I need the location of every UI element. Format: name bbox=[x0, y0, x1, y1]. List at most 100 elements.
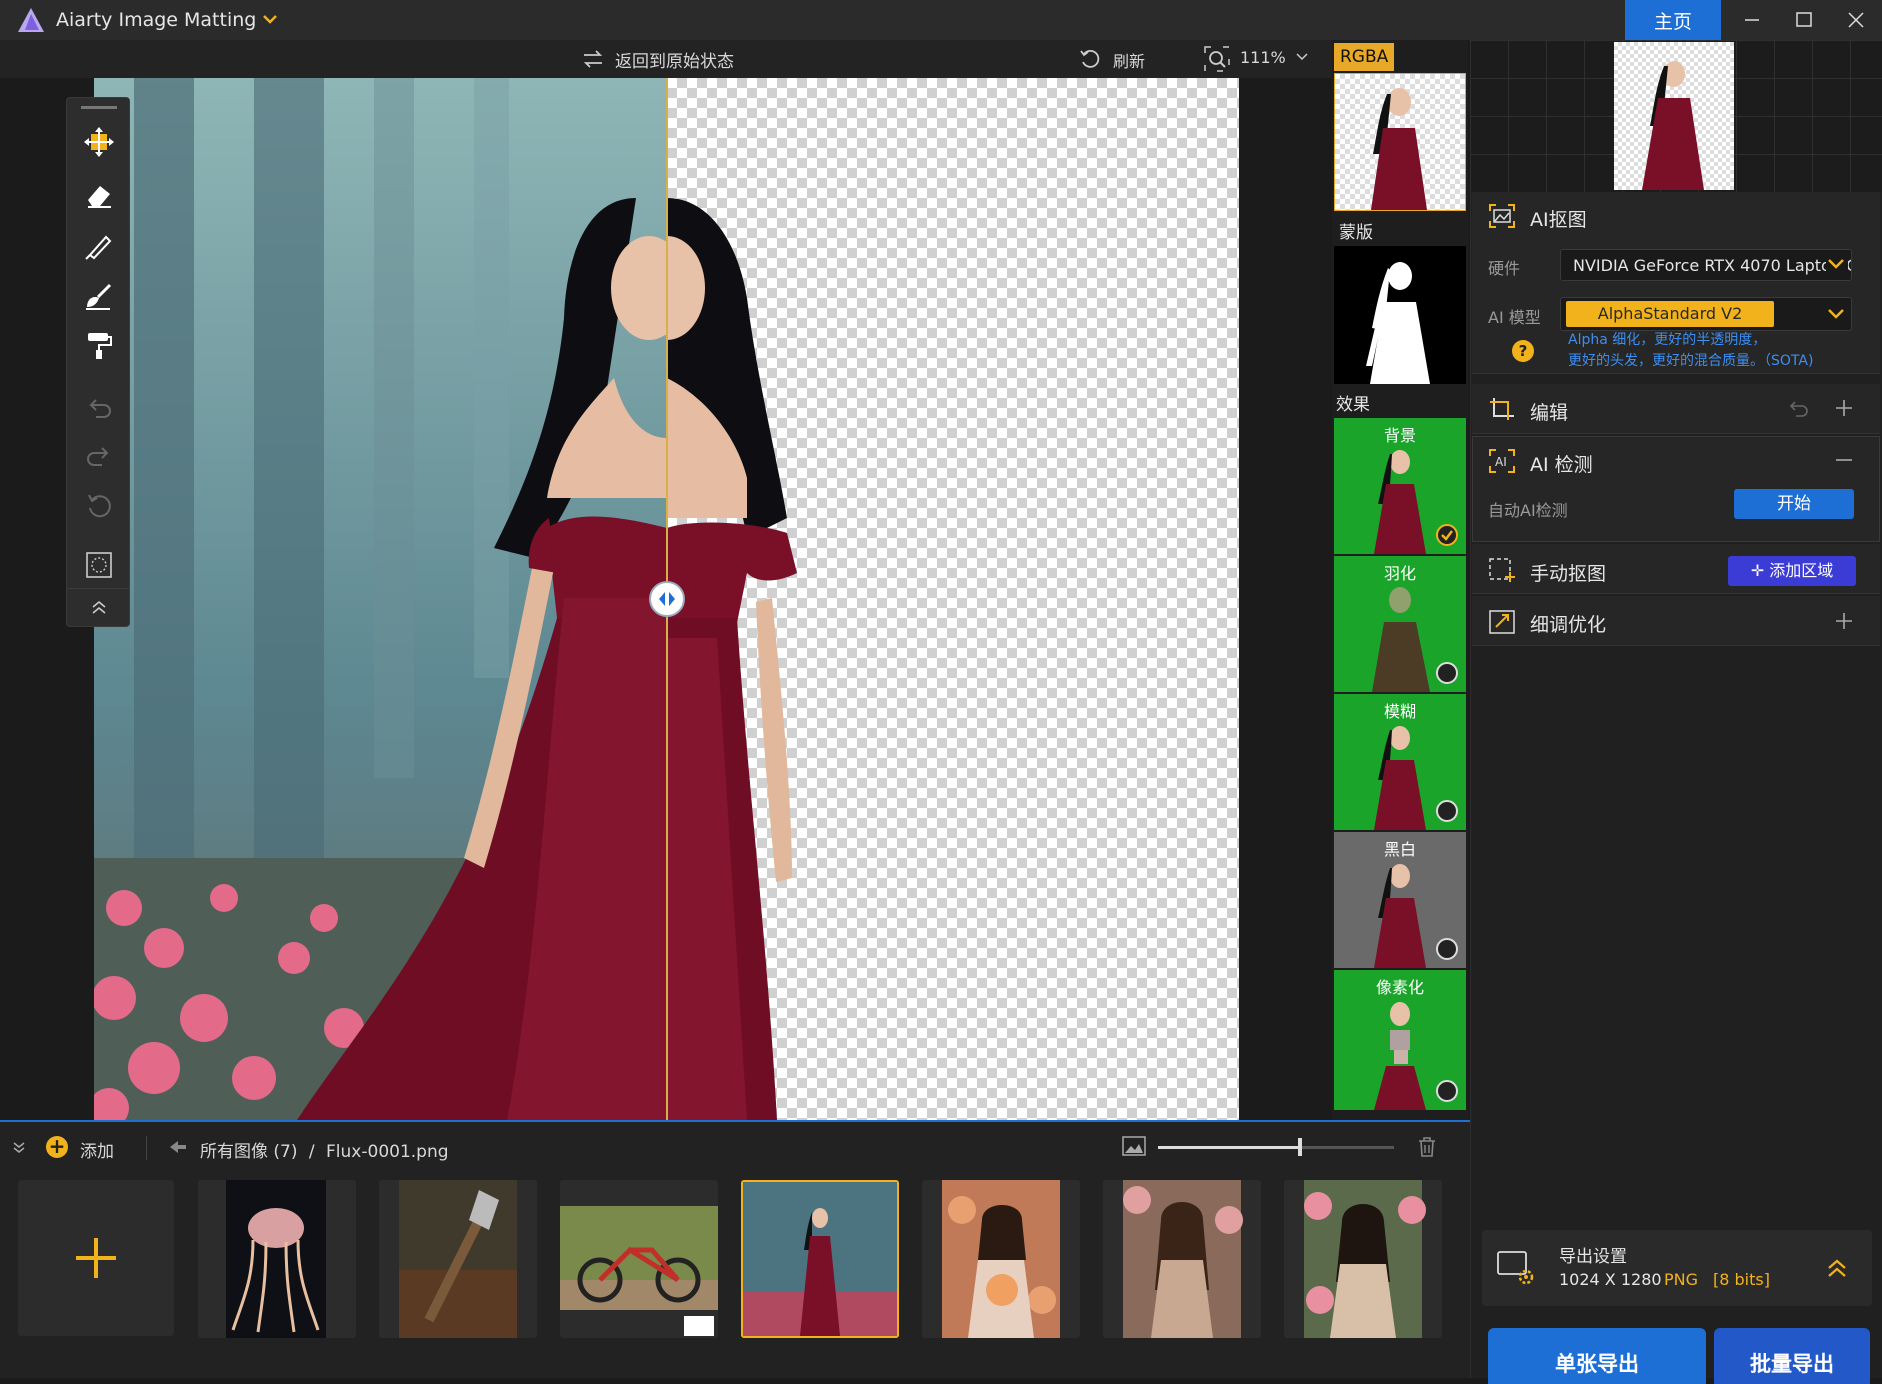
model-desc-line: Alpha 细化，更好的半透明度， bbox=[1568, 332, 1767, 348]
back-arrow-icon[interactable] bbox=[168, 1139, 188, 1155]
ai-detect-title[interactable]: AI 检测 bbox=[1530, 450, 1593, 477]
export-settings[interactable] bbox=[1482, 1230, 1872, 1306]
chevron-down-icon[interactable] bbox=[1826, 306, 1846, 322]
radio-icon[interactable] bbox=[1436, 662, 1458, 684]
refresh-button[interactable]: 刷新 bbox=[1113, 48, 1145, 72]
thumbnail-red-dress[interactable] bbox=[741, 1180, 899, 1338]
reset-original-button[interactable]: 返回到原始状态 bbox=[615, 47, 734, 72]
add-image-tile[interactable] bbox=[18, 1180, 174, 1336]
svg-text:AI: AI bbox=[1495, 455, 1507, 469]
thumbnail-axe-forest[interactable] bbox=[379, 1180, 537, 1338]
rgba-thumbnail[interactable] bbox=[1334, 73, 1466, 211]
swap-arrows-icon[interactable] bbox=[582, 50, 604, 68]
thumbnail-bicycle[interactable] bbox=[560, 1180, 718, 1338]
batch-export-button[interactable]: 批量导出 bbox=[1714, 1328, 1870, 1384]
add-icon[interactable]: + bbox=[46, 1136, 68, 1158]
export-bits: [8 bits] bbox=[1713, 1270, 1770, 1289]
minus-icon[interactable] bbox=[1834, 450, 1854, 470]
collapse-down-icon[interactable] bbox=[12, 1140, 26, 1154]
roller-icon[interactable] bbox=[81, 327, 117, 363]
app-logo-icon bbox=[16, 6, 46, 34]
effects-label: 效果 bbox=[1336, 395, 1370, 415]
effect-label: 像素化 bbox=[1375, 978, 1424, 997]
minimize-icon[interactable] bbox=[1738, 6, 1766, 34]
thumbnail-size-slider[interactable] bbox=[1158, 1146, 1394, 1149]
smart-brush-icon[interactable] bbox=[81, 278, 117, 314]
auto-detect-label: 自动AI检测 bbox=[1488, 501, 1568, 520]
effect-blackwhite[interactable]: 黑白 bbox=[1334, 832, 1466, 968]
add-area-label: 添加区域 bbox=[1769, 561, 1834, 580]
maximize-icon[interactable] bbox=[1790, 6, 1818, 34]
radio-icon[interactable] bbox=[1436, 800, 1458, 822]
radio-icon[interactable] bbox=[1436, 1080, 1458, 1102]
expand-up-icon[interactable] bbox=[1826, 1258, 1848, 1280]
chevron-down-icon[interactable] bbox=[1296, 52, 1308, 62]
plus-icon[interactable] bbox=[1834, 611, 1854, 631]
breadcrumb-file: Flux-0001.png bbox=[326, 1142, 449, 1162]
export-dimensions: 1024 X 1280 bbox=[1559, 1270, 1662, 1289]
crosshair-icon: ✛ bbox=[1750, 561, 1765, 580]
reset-icon[interactable] bbox=[81, 487, 117, 523]
undo-icon[interactable] bbox=[81, 390, 117, 426]
slider-knob[interactable] bbox=[1297, 1138, 1302, 1156]
rgba-label: RGBA bbox=[1334, 43, 1394, 71]
help-icon[interactable]: ? bbox=[1512, 340, 1534, 362]
manual-matting-title[interactable]: 手动抠图 bbox=[1530, 559, 1606, 586]
radio-icon[interactable] bbox=[1436, 938, 1458, 960]
trash-icon[interactable] bbox=[1416, 1136, 1438, 1158]
image-size-icon bbox=[1122, 1136, 1146, 1156]
brush-icon[interactable] bbox=[81, 228, 117, 264]
mask-thumbnail[interactable] bbox=[1334, 246, 1466, 384]
zoom-icon[interactable] bbox=[1204, 46, 1230, 72]
model-value[interactable]: AlphaStandard V2 bbox=[1566, 301, 1774, 327]
chevron-down-icon[interactable] bbox=[262, 12, 278, 26]
refine-title[interactable]: 细调优化 bbox=[1530, 610, 1606, 637]
export-format: PNG bbox=[1664, 1270, 1699, 1289]
effect-feather[interactable]: 羽化 bbox=[1334, 556, 1466, 692]
thumbnail-size-fill bbox=[1158, 1146, 1300, 1149]
original-photo[interactable] bbox=[94, 78, 667, 1120]
home-button[interactable]: 主页 bbox=[1625, 0, 1721, 40]
eraser-icon[interactable] bbox=[81, 177, 117, 213]
thumbnail-woman-flowers-1[interactable] bbox=[922, 1180, 1080, 1338]
refresh-icon[interactable] bbox=[1079, 48, 1101, 70]
split-handle-icon[interactable] bbox=[649, 581, 685, 617]
move-tool-icon[interactable] bbox=[81, 124, 117, 160]
breadcrumb-all-images[interactable]: 所有图像 (7) bbox=[200, 1142, 297, 1162]
hardware-select[interactable]: NVIDIA GeForce RTX 4070 Laptop GPU bbox=[1560, 249, 1852, 281]
undo-icon[interactable] bbox=[1786, 398, 1810, 418]
ai-matting-title[interactable]: AI抠图 bbox=[1530, 205, 1587, 232]
export-settings-icon bbox=[1496, 1248, 1536, 1288]
zoom-level[interactable]: 111% bbox=[1240, 48, 1286, 67]
start-button[interactable]: 开始 bbox=[1734, 489, 1854, 519]
effect-background[interactable]: 背景 bbox=[1334, 418, 1466, 554]
thumbnail-jellyfish[interactable] bbox=[198, 1180, 356, 1338]
ai-detect-icon: AI bbox=[1488, 448, 1516, 474]
breadcrumb-separator: / bbox=[308, 1142, 315, 1162]
effect-pixelate[interactable]: 像素化 bbox=[1334, 970, 1466, 1110]
add-area-button[interactable]: ✛ 添加区域 bbox=[1728, 556, 1856, 586]
palette-grip[interactable] bbox=[81, 106, 117, 109]
hardware-label: 硬件 bbox=[1488, 259, 1521, 278]
breadcrumb: 所有图像 (7) / Flux-0001.png bbox=[200, 1137, 449, 1162]
preview-image bbox=[1614, 42, 1734, 190]
select-region-icon[interactable] bbox=[81, 547, 117, 583]
collapse-up-icon[interactable] bbox=[81, 590, 117, 624]
plus-icon[interactable] bbox=[1834, 398, 1854, 418]
refine-icon bbox=[1488, 609, 1516, 635]
effect-label: 背景 bbox=[1383, 426, 1416, 445]
export-title: 导出设置 bbox=[1559, 1247, 1627, 1267]
effect-blur[interactable]: 模糊 bbox=[1334, 694, 1466, 830]
manual-select-icon bbox=[1488, 557, 1516, 583]
close-icon[interactable] bbox=[1842, 6, 1870, 34]
thumbnail-woman-flowers-2[interactable] bbox=[1103, 1180, 1261, 1338]
thumbnail-woman-flowers-3[interactable] bbox=[1284, 1180, 1442, 1338]
model-description: Alpha 细化，更好的半透明度， 更好的头发，更好的混合质量。（SOTA) bbox=[1568, 330, 1858, 372]
single-export-button[interactable]: 单张导出 bbox=[1488, 1328, 1706, 1384]
redo-icon[interactable] bbox=[81, 438, 117, 474]
image-frame-icon bbox=[1488, 203, 1516, 229]
add-images-button[interactable]: 添加 bbox=[80, 1137, 114, 1162]
chevron-down-icon[interactable] bbox=[1826, 256, 1848, 276]
check-icon[interactable] bbox=[1436, 524, 1458, 546]
edit-title[interactable]: 编辑 bbox=[1530, 398, 1568, 425]
